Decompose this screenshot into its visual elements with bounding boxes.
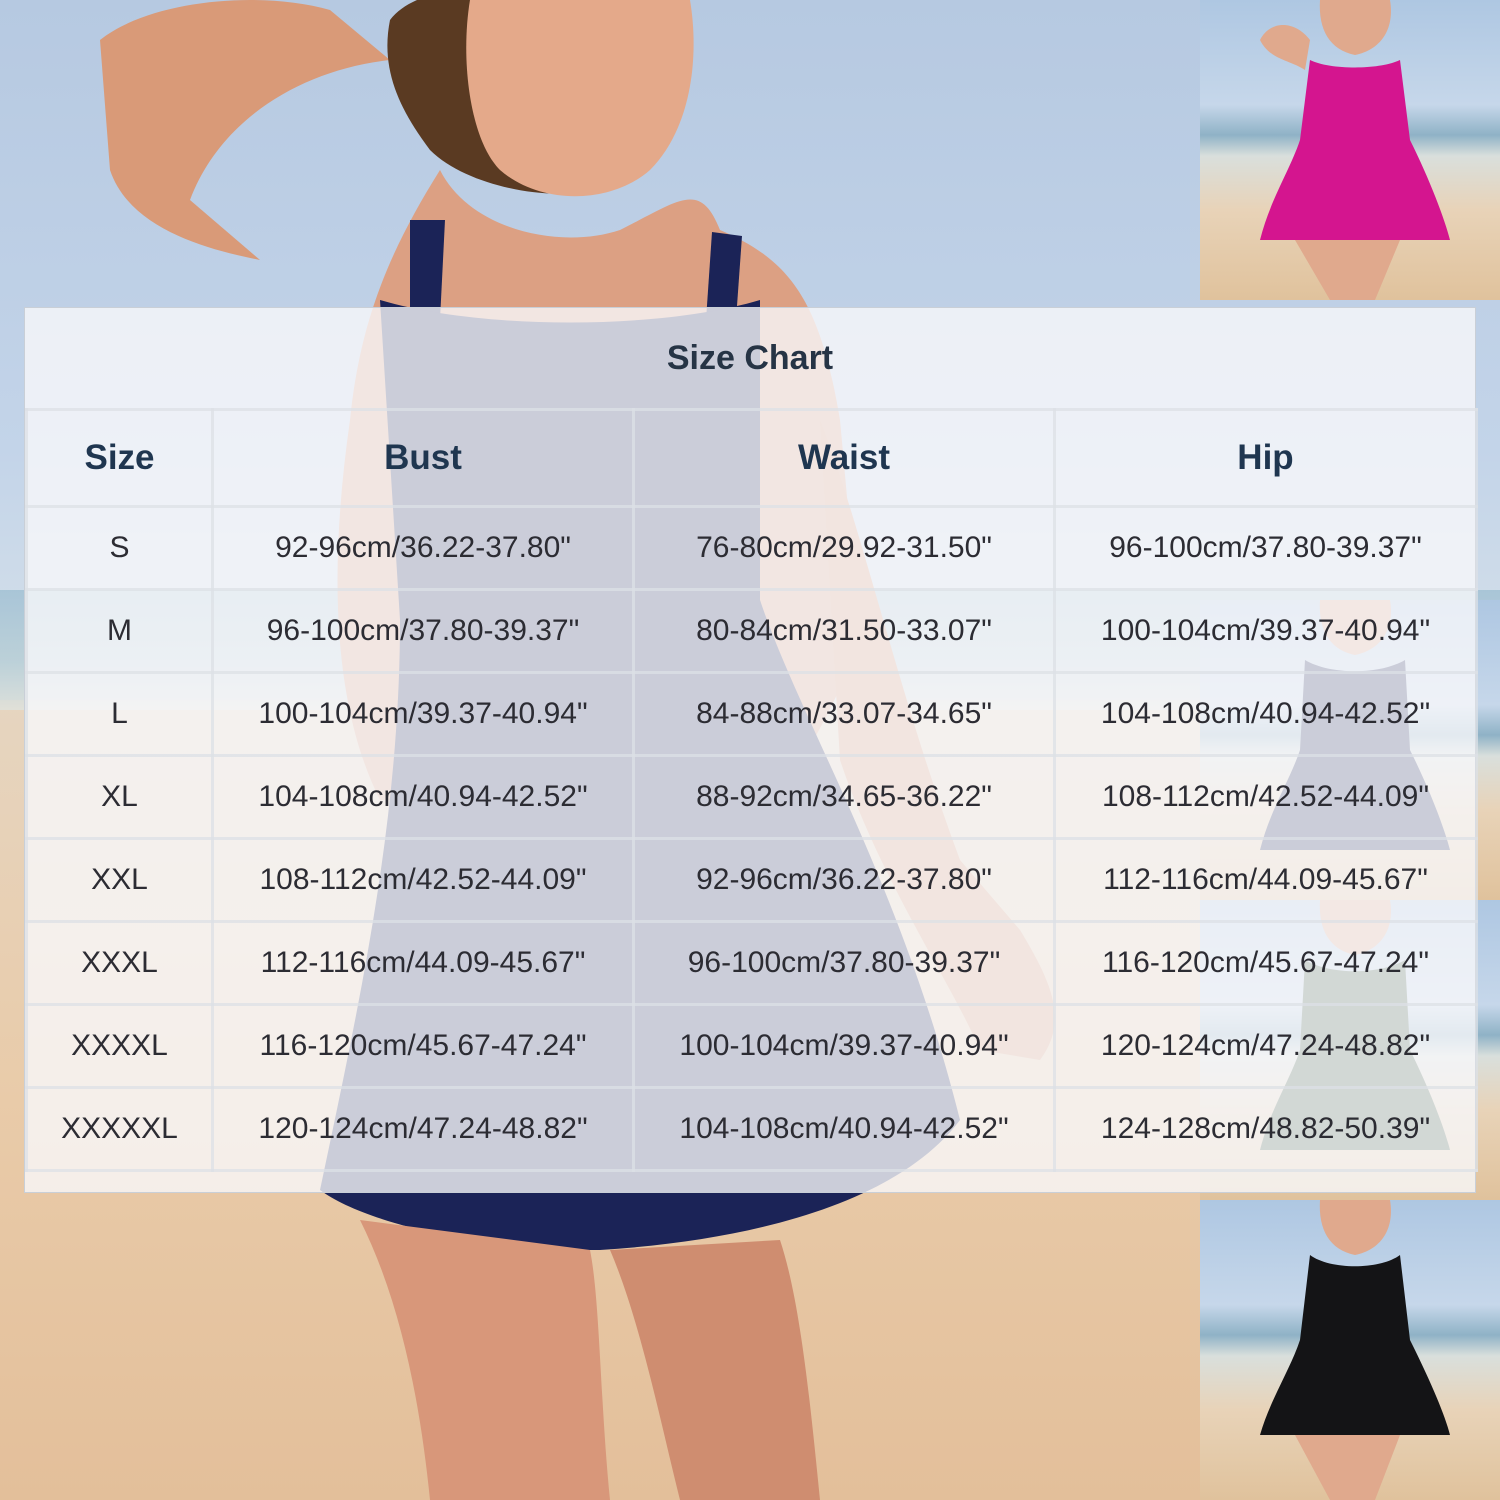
size-chart-panel: Size Chart Size Bust Waist Hip S 92-96cm…	[24, 307, 1478, 1193]
waist-cell: 80-84cm/31.50-33.07"	[632, 588, 1056, 674]
black-swimdress-figure	[1260, 1200, 1450, 1500]
size-cell: M	[25, 588, 214, 674]
bust-cell: 100-104cm/39.37-40.94"	[211, 671, 635, 757]
hip-cell: 96-100cm/37.80-39.37"	[1053, 505, 1478, 591]
table-row: XL 104-108cm/40.94-42.52" 88-92cm/34.65-…	[25, 754, 1478, 840]
header-bust: Bust	[211, 408, 635, 508]
waist-cell: 88-92cm/34.65-36.22"	[632, 754, 1056, 840]
waist-cell: 100-104cm/39.37-40.94"	[632, 1003, 1056, 1089]
size-cell: XXXL	[25, 920, 214, 1006]
bust-cell: 96-100cm/37.80-39.37"	[211, 588, 635, 674]
hip-cell: 116-120cm/45.67-47.24"	[1053, 920, 1478, 1006]
bust-cell: 108-112cm/42.52-44.09"	[211, 837, 635, 923]
waist-cell: 84-88cm/33.07-34.65"	[632, 671, 1056, 757]
waist-cell: 92-96cm/36.22-37.80"	[632, 837, 1056, 923]
size-cell: XL	[25, 754, 214, 840]
bust-cell: 120-124cm/47.24-48.82"	[211, 1086, 635, 1172]
size-cell: XXXXXL	[25, 1086, 214, 1172]
hip-cell: 104-108cm/40.94-42.52"	[1053, 671, 1478, 757]
table-row: M 96-100cm/37.80-39.37" 80-84cm/31.50-33…	[25, 588, 1478, 674]
hip-cell: 112-116cm/44.09-45.67"	[1053, 837, 1478, 923]
bust-cell: 104-108cm/40.94-42.52"	[211, 754, 635, 840]
table-row: L 100-104cm/39.37-40.94" 84-88cm/33.07-3…	[25, 671, 1478, 757]
size-chart-table: Size Bust Waist Hip S 92-96cm/36.22-37.8…	[25, 408, 1478, 1172]
waist-cell: 104-108cm/40.94-42.52"	[632, 1086, 1056, 1172]
variant-thumbnail-black[interactable]	[1200, 1200, 1500, 1500]
hip-cell: 108-112cm/42.52-44.09"	[1053, 754, 1478, 840]
hip-cell: 100-104cm/39.37-40.94"	[1053, 588, 1478, 674]
bust-cell: 112-116cm/44.09-45.67"	[211, 920, 635, 1006]
pink-swimdress-figure	[1260, 0, 1450, 300]
size-cell: XXXXL	[25, 1003, 214, 1089]
waist-cell: 76-80cm/29.92-31.50"	[632, 505, 1056, 591]
bust-cell: 92-96cm/36.22-37.80"	[211, 505, 635, 591]
variant-thumbnail-pink[interactable]	[1200, 0, 1500, 300]
table-row: S 92-96cm/36.22-37.80" 76-80cm/29.92-31.…	[25, 505, 1478, 591]
table-row: XXL 108-112cm/42.52-44.09" 92-96cm/36.22…	[25, 837, 1478, 923]
bust-cell: 116-120cm/45.67-47.24"	[211, 1003, 635, 1089]
header-waist: Waist	[632, 408, 1056, 508]
size-chart-title: Size Chart	[666, 338, 834, 377]
size-cell: L	[25, 671, 214, 757]
table-row: XXXL 112-116cm/44.09-45.67" 96-100cm/37.…	[25, 920, 1478, 1006]
hip-cell: 120-124cm/47.24-48.82"	[1053, 1003, 1478, 1089]
size-cell: XXL	[25, 837, 214, 923]
table-row: XXXXXL 120-124cm/47.24-48.82" 104-108cm/…	[25, 1086, 1478, 1172]
waist-cell: 96-100cm/37.80-39.37"	[632, 920, 1056, 1006]
header-size: Size	[25, 408, 214, 508]
table-row: XXXXL 116-120cm/45.67-47.24" 100-104cm/3…	[25, 1003, 1478, 1089]
table-header-row: Size Bust Waist Hip	[25, 408, 1478, 508]
hip-cell: 124-128cm/48.82-50.39"	[1053, 1086, 1478, 1172]
header-hip: Hip	[1053, 408, 1478, 508]
size-cell: S	[25, 505, 214, 591]
